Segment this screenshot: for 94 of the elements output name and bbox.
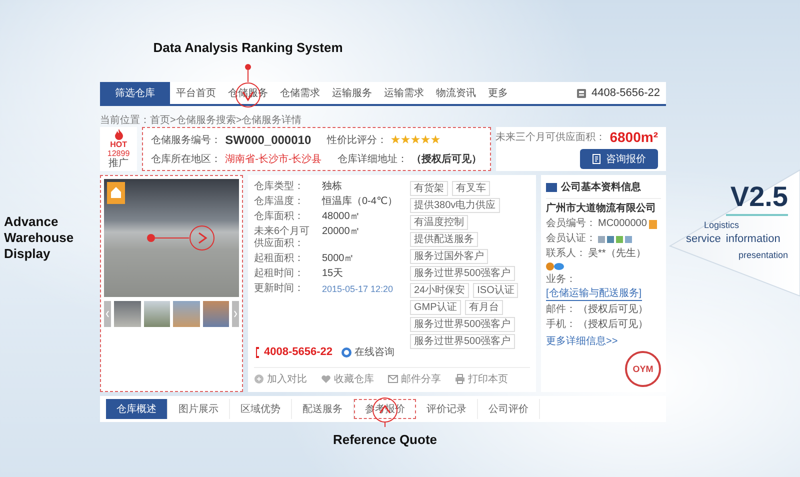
action-link[interactable]: 收藏仓库 <box>321 372 374 386</box>
feature-tag: 提供380v电力供应 <box>410 198 500 213</box>
hot-count: 12899 <box>107 149 130 158</box>
nav-tab[interactable]: 筛选仓库 <box>100 82 170 104</box>
callout-marker <box>145 223 217 253</box>
spec-label: 更新时间： <box>254 283 305 295</box>
quote-button[interactable]: 咨询报价 <box>580 149 658 169</box>
info-label: 会员编号： <box>546 218 596 230</box>
spec-value: 恒温库（0-4℃） <box>322 196 399 208</box>
spec-value: 48000㎡ <box>322 211 361 223</box>
feature-tag: 有温度控制 <box>410 215 468 230</box>
divider-accent <box>726 214 788 216</box>
action-link[interactable]: 加入对比 <box>254 372 307 386</box>
feature-tag: GMP认证 <box>410 300 461 315</box>
feature-tag: 有叉车 <box>452 181 490 196</box>
callout-label: Advance Warehouse Display <box>4 214 75 262</box>
more-info-link[interactable]: 更多详细信息>> <box>546 334 618 348</box>
spec-value: 独栋 <box>322 181 343 193</box>
star-icon <box>411 135 420 144</box>
thumbnail-photo[interactable] <box>173 301 200 327</box>
area-value: 6800m² <box>610 129 658 145</box>
spec-label: 起租面积： <box>254 253 305 265</box>
field-label: 仓库详细地址： <box>338 152 408 166</box>
star-icon <box>401 135 410 144</box>
breadcrumb: 当前位置：首页>仓储服务搜索>仓储服务详情 <box>100 115 302 126</box>
hotline-number: 4008-5656-22 <box>264 346 333 358</box>
member-badge-icon <box>648 220 657 228</box>
feature-tag: 服务过世界500强客户 <box>410 317 515 332</box>
warehouse-badge-icon <box>107 182 125 204</box>
spec-label: 起租时间： <box>254 268 305 280</box>
feature-tag: ISO认证 <box>473 283 518 298</box>
action-link[interactable]: 邮件分享 <box>388 372 441 386</box>
document-icon <box>592 154 602 164</box>
feature-tag: 有月台 <box>464 300 503 315</box>
certification-icons-drawing <box>598 234 632 244</box>
spec-label: 仓库温度： <box>254 196 305 208</box>
field-label: 仓库所在地区： <box>151 152 222 166</box>
member-id: MC000000 <box>598 218 647 230</box>
spec-label: 仓库类型： <box>254 181 305 193</box>
field-label: 仓储服务编号： <box>151 134 222 146</box>
info-label: 邮件： <box>546 304 576 316</box>
callout-label: Reference Quote <box>332 432 438 448</box>
hot-label: HOT <box>110 140 127 149</box>
action-link[interactable]: 打印本页 <box>455 372 508 386</box>
callout-label: Data Analysis Ranking System <box>152 40 344 56</box>
feature-tag: 服务过世界500强客户 <box>410 334 515 349</box>
thumbnail-photo[interactable] <box>202 301 229 327</box>
address-value: （授权后可见） <box>412 152 482 166</box>
spec-label: 仓库面积： <box>254 211 305 223</box>
section-tab[interactable]: 仓库概述 <box>106 399 168 419</box>
region-value: 湖南省-长沙市-长沙县 <box>225 152 322 166</box>
company-name: 广州市大道物流有限公司 <box>546 202 657 215</box>
star-icon <box>421 135 430 144</box>
heart-icon <box>321 374 331 384</box>
info-label: 联系人： <box>546 248 586 260</box>
badge-caption: Logistics <box>704 220 740 230</box>
field-label: 性价比评分： <box>327 134 388 146</box>
feature-tag: 有货架 <box>410 181 448 196</box>
star-icon <box>431 135 440 144</box>
phone-number: 4408-5656-22 <box>591 87 660 99</box>
badge-caption: service information <box>686 233 780 245</box>
star-icon <box>391 135 400 144</box>
flame-icon <box>114 129 124 140</box>
thumbnail-photo[interactable] <box>144 301 170 327</box>
chat-bubble-icon <box>340 346 352 358</box>
info-label: 会员认证： <box>546 233 596 245</box>
business-link[interactable]: [仓储运输与配送服务] <box>546 288 642 301</box>
hot-caption: 推广 <box>108 158 129 169</box>
service-number: SW000_000010 <box>225 132 312 146</box>
badge-caption: presentation <box>738 250 788 260</box>
chat-icons-drawing <box>546 262 564 271</box>
info-value: （授权后可见） <box>578 304 648 316</box>
info-label: 业务： <box>546 274 576 286</box>
company-stamp: OYM <box>625 351 661 387</box>
feature-tag: 服务过国外客户 <box>410 249 488 264</box>
mail-icon <box>388 374 398 384</box>
spec-value: 5000㎡ <box>322 253 356 265</box>
feature-tag: 服务过世界500强客户 <box>410 266 515 281</box>
info-label: 手机： <box>546 319 576 331</box>
thumbnail-photo[interactable] <box>114 301 140 327</box>
feature-tag: 24小时保安 <box>410 283 470 298</box>
printer-icon <box>455 374 465 384</box>
version-number: V2.5 <box>730 182 788 212</box>
area-label: 未来三个月可供应面积： <box>496 130 606 144</box>
contact-name: 吴**（先生） <box>588 248 646 260</box>
info-value: （授权后可见） <box>578 319 648 331</box>
company-info-title: 公司基本资料信息 <box>561 180 641 194</box>
chat-link[interactable]: 在线咨询 <box>340 345 395 359</box>
spec-value: 20000㎡ <box>322 226 361 238</box>
spec-label: 未来6个月可供应面积： <box>254 226 311 250</box>
feature-tag: 提供配送服务 <box>410 232 478 247</box>
plus-circle-icon <box>254 374 264 384</box>
update-time: 2015-05-17 12:20 <box>322 283 394 295</box>
spec-value: 15天 <box>322 268 344 280</box>
